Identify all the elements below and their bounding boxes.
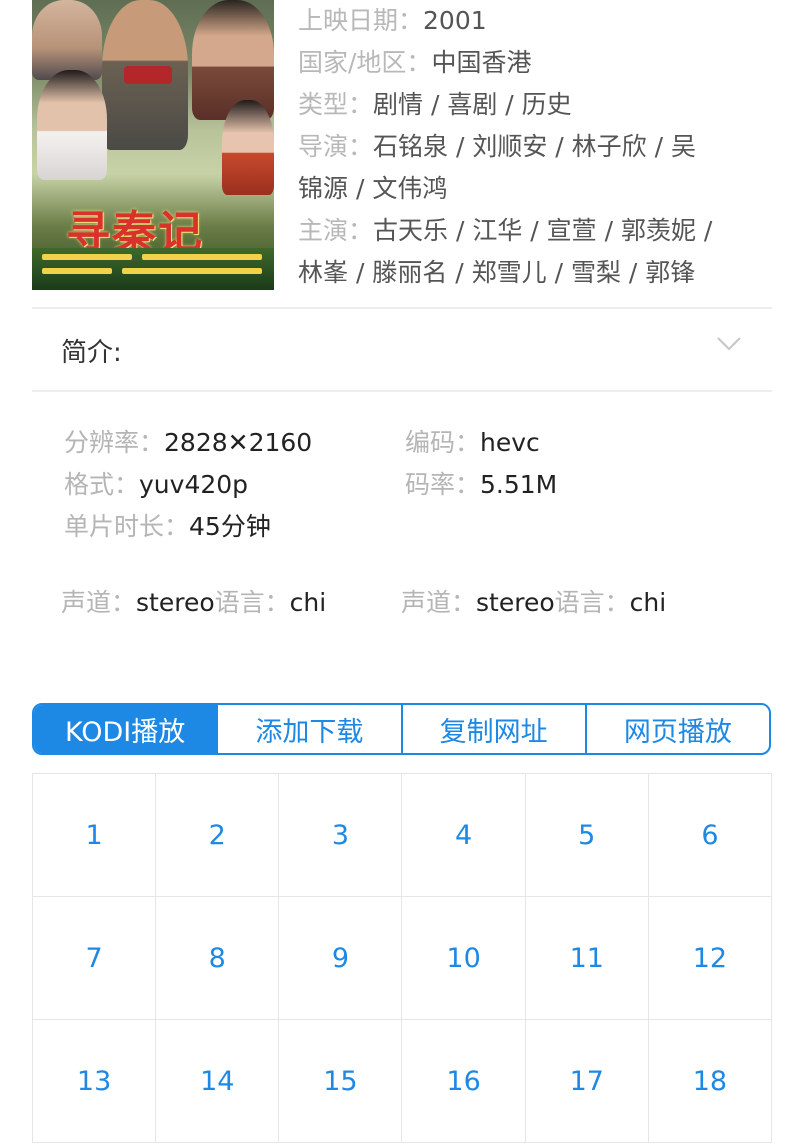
bitrate-row: 码率：5.51M [405, 470, 558, 499]
episode-button[interactable]: 9 [279, 897, 403, 1020]
episode-button[interactable]: 12 [648, 897, 772, 1020]
divider [32, 390, 772, 392]
episode-button[interactable]: 1 [33, 774, 157, 897]
copy-url-button[interactable]: 复制网址 [400, 705, 585, 753]
region-row: 国家/地区：中国香港 [298, 48, 532, 77]
episode-button[interactable]: 11 [525, 897, 649, 1020]
episode-button[interactable]: 10 [402, 897, 526, 1020]
audio-track: 声道：stereo语言：chi [61, 588, 327, 617]
director-row: 导演：石铭泉 / 刘顺安 / 林子欣 / 吴 [298, 132, 696, 161]
episode-button[interactable]: 8 [156, 897, 280, 1020]
duration-row: 单片时长：45分钟 [64, 512, 271, 541]
codec-row: 编码：hevc [405, 428, 540, 457]
cast-row-continued: 林峯 / 滕丽名 / 郑雪儿 / 雪梨 / 郭锋 [298, 258, 696, 287]
audio-track: 声道：stereo语言：chi [401, 588, 667, 617]
poster-title-art: 寻秦记 [66, 207, 204, 258]
detail-page: 寻秦记 上映日期：2001 国家/地区：中国香港 类型：剧情 / 喜剧 / 历史… [0, 0, 786, 1146]
episode-button[interactable]: 15 [279, 1020, 403, 1143]
episode-button[interactable]: 6 [648, 774, 772, 897]
release-date-row: 上映日期：2001 [298, 6, 487, 35]
episode-button[interactable]: 2 [156, 774, 280, 897]
director-row-continued: 锦源 / 文伟鸿 [298, 174, 448, 203]
genre-row: 类型：剧情 / 喜剧 / 历史 [298, 90, 572, 119]
chevron-down-icon[interactable] [716, 330, 742, 356]
cast-row: 主演：古天乐 / 江华 / 宣萱 / 郭羡妮 / [298, 216, 713, 245]
episode-button[interactable]: 7 [33, 897, 157, 1020]
kodi-play-button[interactable]: KODI播放 [34, 705, 217, 753]
divider [32, 307, 772, 309]
episode-button[interactable]: 3 [279, 774, 403, 897]
episode-button[interactable]: 14 [156, 1020, 280, 1143]
poster-image: 寻秦记 [32, 0, 274, 290]
episode-button[interactable]: 18 [648, 1020, 772, 1143]
intro-section[interactable]: 简介: [32, 310, 772, 390]
episode-button[interactable]: 16 [402, 1020, 526, 1143]
episode-grid: 1 2 3 4 5 6 7 8 9 10 11 12 13 14 15 16 1… [32, 773, 772, 1143]
episode-button[interactable]: 17 [525, 1020, 649, 1143]
resolution-row: 分辨率：2828✕2160 [64, 428, 313, 457]
format-row: 格式：yuv420p [64, 470, 249, 499]
play-actions: KODI播放 添加下载 复制网址 网页播放 [32, 703, 771, 755]
episode-button[interactable]: 4 [402, 774, 526, 897]
add-download-button[interactable]: 添加下载 [216, 705, 400, 753]
intro-label: 简介: [61, 338, 122, 368]
episode-button[interactable]: 13 [33, 1020, 157, 1143]
movie-info: 上映日期：2001 国家/地区：中国香港 类型：剧情 / 喜剧 / 历史 导演：… [298, 0, 768, 294]
web-play-button[interactable]: 网页播放 [584, 705, 769, 753]
episode-button[interactable]: 5 [525, 774, 649, 897]
